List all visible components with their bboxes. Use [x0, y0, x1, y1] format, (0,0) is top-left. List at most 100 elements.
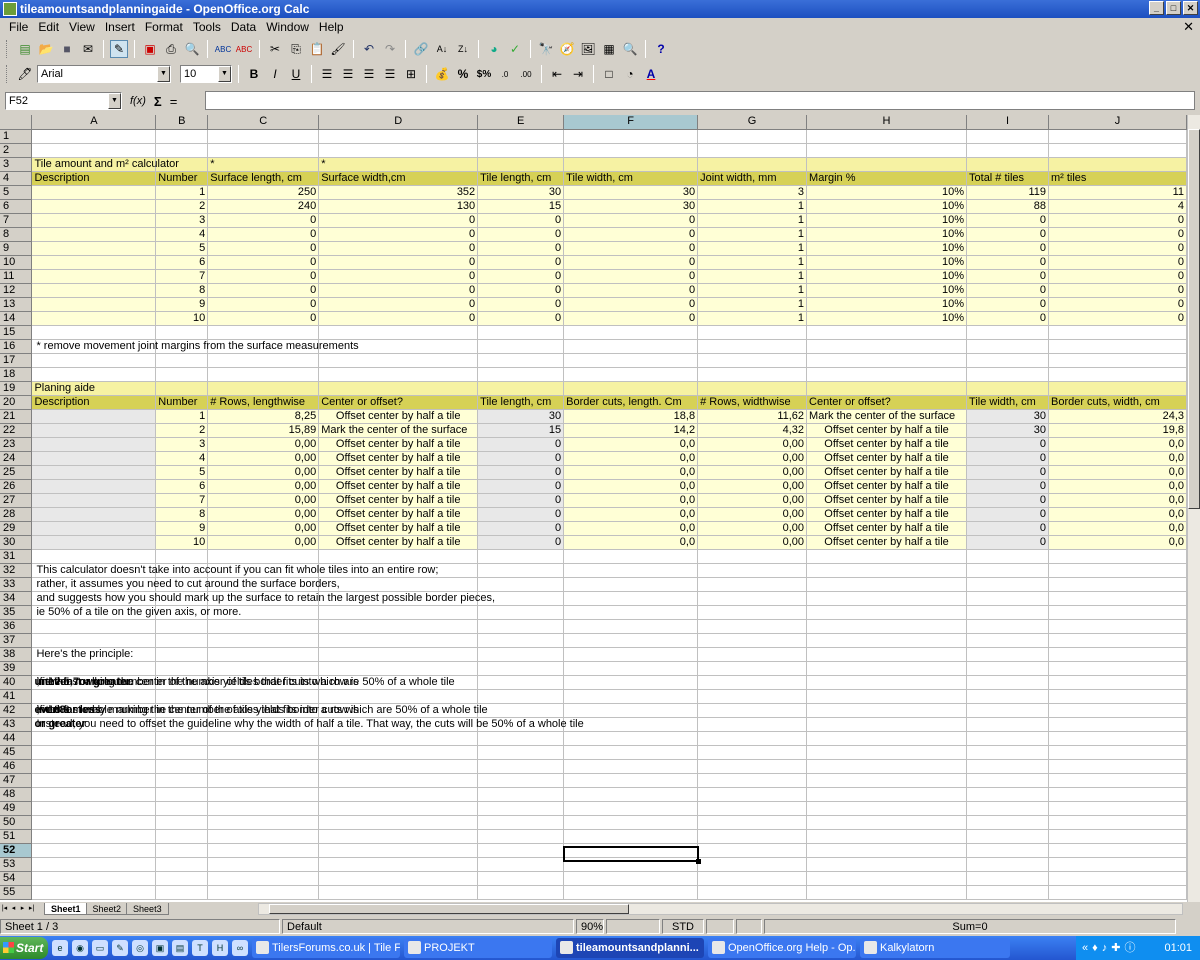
cell[interactable]	[207, 745, 320, 760]
plan-cell[interactable]: 0,00	[697, 493, 808, 508]
cell[interactable]	[1048, 591, 1187, 606]
row-header-29[interactable]: 29	[0, 521, 33, 536]
cell[interactable]	[697, 745, 808, 760]
cell[interactable]	[31, 661, 157, 676]
plan-cell[interactable]: 0	[966, 535, 1049, 550]
cell[interactable]	[563, 773, 699, 788]
menu-view[interactable]: View	[64, 18, 100, 36]
calc-cell[interactable]: 0	[477, 213, 565, 228]
cell[interactable]	[207, 857, 320, 872]
cell[interactable]	[318, 143, 479, 158]
cell[interactable]	[563, 143, 699, 158]
data-sources-icon[interactable]: ▦	[600, 40, 618, 58]
plan-cell[interactable]: 0,00	[697, 465, 808, 480]
gallery-icon[interactable]: 🖼	[579, 40, 597, 58]
cell[interactable]	[31, 871, 157, 886]
column-header-i[interactable]: I	[966, 115, 1049, 130]
calc-cell[interactable]: 30	[477, 185, 565, 200]
calc-cell[interactable]: 0	[477, 241, 565, 256]
calc-cell[interactable]: 8	[155, 283, 209, 298]
column-header-g[interactable]: G	[697, 115, 808, 130]
cell[interactable]	[806, 143, 968, 158]
cell[interactable]	[31, 759, 157, 774]
tray-info-icon[interactable]: ⓘ	[1124, 936, 1135, 960]
plan-cell[interactable]: 14,2	[563, 423, 699, 438]
cell[interactable]	[806, 717, 968, 732]
cell[interactable]	[966, 675, 1049, 690]
cell[interactable]	[806, 703, 968, 718]
cell[interactable]	[966, 143, 1049, 158]
chevron-down-icon[interactable]: ▼	[218, 66, 231, 82]
horizontal-scrollbar[interactable]	[258, 903, 1183, 915]
cell[interactable]	[966, 591, 1049, 606]
cell[interactable]	[563, 339, 699, 354]
cell[interactable]	[1048, 885, 1187, 900]
cell[interactable]	[318, 787, 479, 802]
column-header-a[interactable]: A	[31, 115, 157, 130]
plan-cell[interactable]: 15,89	[207, 423, 320, 438]
plan-cell[interactable]: 0,0	[1048, 465, 1187, 480]
calc-cell[interactable]: 0	[563, 213, 699, 228]
cell[interactable]	[806, 591, 968, 606]
calc-cell[interactable]: 0	[1048, 255, 1187, 270]
cell[interactable]	[697, 871, 808, 886]
cell[interactable]	[563, 871, 699, 886]
open-folder-icon[interactable]: 📂	[37, 40, 55, 58]
plan-cell[interactable]: 0	[477, 535, 565, 550]
calc-cell[interactable]: 0	[318, 227, 479, 242]
cell[interactable]	[155, 773, 209, 788]
column-header-j[interactable]: J	[1048, 115, 1187, 130]
cell[interactable]	[966, 731, 1049, 746]
cell[interactable]	[207, 353, 320, 368]
cell[interactable]	[806, 129, 968, 144]
calc-cell[interactable]: 0	[966, 213, 1049, 228]
plan-cell[interactable]: 0,0	[1048, 479, 1187, 494]
cell[interactable]	[806, 605, 968, 620]
calc-cell[interactable]: 10%	[806, 199, 968, 214]
row-header-1[interactable]: 1	[0, 129, 33, 144]
cell[interactable]	[563, 633, 699, 648]
close-window-button[interactable]: ✕	[1183, 1, 1198, 15]
cell[interactable]	[966, 885, 1049, 900]
format-paintbrush-icon[interactable]: 🖌	[329, 40, 347, 58]
cell[interactable]	[477, 325, 565, 340]
cell[interactable]	[1048, 353, 1187, 368]
cell[interactable]	[697, 857, 808, 872]
cell[interactable]	[966, 563, 1049, 578]
row-header-36[interactable]: 36	[0, 619, 33, 634]
calc-cell[interactable]: 1	[697, 297, 808, 312]
cell[interactable]	[477, 731, 565, 746]
cell[interactable]	[477, 689, 565, 704]
cell[interactable]	[806, 647, 968, 662]
calc-cell[interactable]: 11	[1048, 185, 1187, 200]
justify-icon[interactable]: ☰	[381, 65, 399, 83]
plan-cell[interactable]: Offset center by half a tile	[318, 521, 479, 536]
calc-cell[interactable]: 1	[697, 213, 808, 228]
cell[interactable]	[563, 759, 699, 774]
cell[interactable]	[155, 633, 209, 648]
plan-cell[interactable]: 0,00	[207, 479, 320, 494]
row-header-18[interactable]: 18	[0, 367, 33, 382]
cell[interactable]	[966, 843, 1049, 858]
cell[interactable]	[697, 829, 808, 844]
cell[interactable]	[31, 843, 157, 858]
plan-header[interactable]: Center or offset?	[806, 395, 968, 410]
plan-cell[interactable]: Offset center by half a tile	[806, 507, 968, 522]
font-size-combo[interactable]: 10 ▼	[180, 65, 232, 83]
cell[interactable]	[563, 745, 699, 760]
calc-cell[interactable]: 0	[477, 255, 565, 270]
plan-cell[interactable]: 8	[155, 507, 209, 522]
plan-cell[interactable]	[31, 507, 157, 522]
calc-cell[interactable]: 10%	[806, 213, 968, 228]
plan-cell[interactable]: 11,62	[697, 409, 808, 424]
prev-sheet-icon[interactable]: ◂	[9, 903, 18, 915]
calc-cell[interactable]: 4	[155, 227, 209, 242]
plan-header[interactable]: Number	[155, 395, 209, 410]
tray-volume-icon[interactable]: ♪	[1102, 936, 1108, 960]
calc-cell[interactable]: 0	[207, 283, 320, 298]
cell[interactable]	[697, 549, 808, 564]
cell[interactable]	[31, 801, 157, 816]
align-left-icon[interactable]: ☰	[318, 65, 336, 83]
cell[interactable]	[563, 885, 699, 900]
plan-cell[interactable]: Mark the center of the surface	[318, 423, 479, 438]
